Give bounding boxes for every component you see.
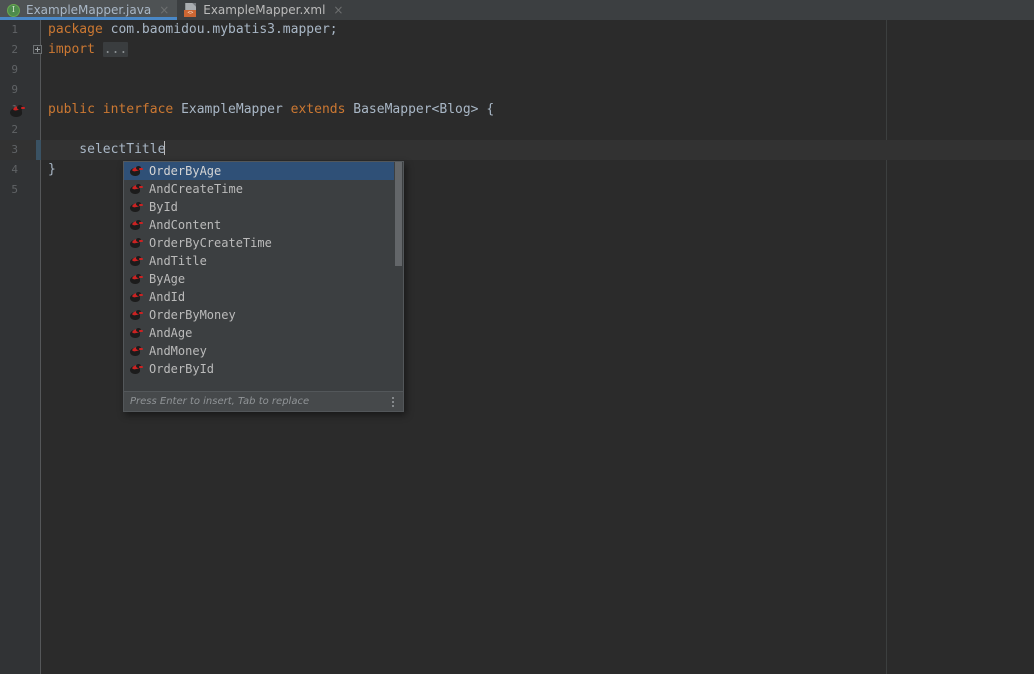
mybatis-method-icon [130, 166, 143, 176]
gutter-line-current: 3 [0, 140, 41, 160]
gutter-line: 2 [0, 40, 41, 60]
completion-item[interactable]: OrderById [124, 360, 404, 378]
code-line-import: import ... [41, 40, 1034, 60]
completion-hint-text: Press Enter to insert, Tab to replace [124, 396, 385, 407]
typed-text: selectTitle [48, 142, 165, 157]
completion-item-label: OrderByMoney [149, 308, 236, 322]
mybatis-method-icon [130, 220, 143, 230]
completion-item-label: ById [149, 200, 178, 214]
completion-item[interactable]: AndAge [124, 324, 404, 342]
code-line-current[interactable]: selectTitle [41, 140, 1034, 160]
tab-label: ExampleMapper.xml [203, 0, 325, 20]
completion-item-label: AndContent [149, 218, 221, 232]
gutter-line: 2 [0, 120, 41, 140]
text-caret [164, 141, 165, 155]
mybatis-method-icon [130, 310, 143, 320]
mybatis-method-icon [130, 346, 143, 356]
completion-item-list[interactable]: OrderByAge AndCreateTime ById AndContent… [124, 162, 404, 392]
completion-item[interactable]: AndTitle [124, 252, 404, 270]
code-line-interface-declaration: public interface ExampleMapper extends B… [41, 100, 1034, 120]
completion-item-label: OrderById [149, 362, 214, 376]
code-line-blank [41, 120, 1034, 140]
completion-item-label: AndCreateTime [149, 182, 243, 196]
code-line-blank [41, 60, 1034, 80]
scrollbar-thumb[interactable] [395, 162, 402, 266]
completion-item[interactable]: AndContent [124, 216, 404, 234]
mybatis-method-icon [130, 292, 143, 302]
completion-item[interactable]: AndCreateTime [124, 180, 404, 198]
tab-example-mapper-java[interactable]: I ExampleMapper.java × [0, 0, 177, 20]
java-interface-icon: I [7, 4, 20, 17]
gutter-line: 4 [0, 160, 41, 180]
mybatis-method-icon [130, 274, 143, 284]
code-line-blank [41, 80, 1034, 100]
code-line-package: package com.baomidou.mybatis3.mapper; [41, 20, 1034, 40]
editor-gutter[interactable]: 1 2 9 9 1 2 3 4 5 [0, 20, 41, 674]
completion-item[interactable]: OrderByMoney [124, 306, 404, 324]
completion-item[interactable]: ByAge [124, 270, 404, 288]
completion-item-label: AndTitle [149, 254, 207, 268]
mybatis-method-icon [130, 328, 143, 338]
completion-item-label: AndMoney [149, 344, 207, 358]
gutter-line: 9 [0, 60, 41, 80]
completion-item-label: AndAge [149, 326, 192, 340]
folded-imports[interactable]: ... [103, 42, 128, 57]
completion-item-label: OrderByAge [149, 164, 221, 178]
mybatis-method-icon [130, 202, 143, 212]
completion-item[interactable]: AndMoney [124, 342, 404, 360]
mybatis-method-icon [130, 184, 143, 194]
completion-item[interactable]: AndId [124, 288, 404, 306]
editor-tab-bar: I ExampleMapper.java × <> ExampleMapper.… [0, 0, 1034, 20]
xml-file-icon: <> [184, 3, 197, 17]
completion-item[interactable]: OrderByAge [124, 162, 404, 180]
code-completion-popup[interactable]: OrderByAge AndCreateTime ById AndContent… [123, 161, 404, 412]
tab-example-mapper-xml[interactable]: <> ExampleMapper.xml × [177, 0, 351, 20]
completion-item-label: AndId [149, 290, 185, 304]
gutter-line: 1 [0, 20, 41, 40]
completion-item[interactable]: ById [124, 198, 404, 216]
gutter-line: 1 [0, 100, 41, 120]
completion-item-label: OrderByCreateTime [149, 236, 272, 250]
mybatis-method-icon [130, 364, 143, 374]
completion-item[interactable]: OrderByCreateTime [124, 234, 404, 252]
completion-scrollbar[interactable] [394, 162, 403, 392]
completion-item-label: ByAge [149, 272, 185, 286]
kebab-menu-icon[interactable] [385, 392, 401, 412]
gutter-line: 9 [0, 80, 41, 100]
completion-footer: Press Enter to insert, Tab to replace [124, 391, 404, 411]
gutter-line: 5 [0, 180, 41, 200]
code-editor[interactable]: 1 2 9 9 1 2 3 4 5 package com.baomidou.m… [0, 20, 1034, 674]
mybatis-method-icon [130, 256, 143, 266]
tab-close-icon[interactable]: × [331, 0, 343, 20]
mybatis-method-icon [130, 238, 143, 248]
